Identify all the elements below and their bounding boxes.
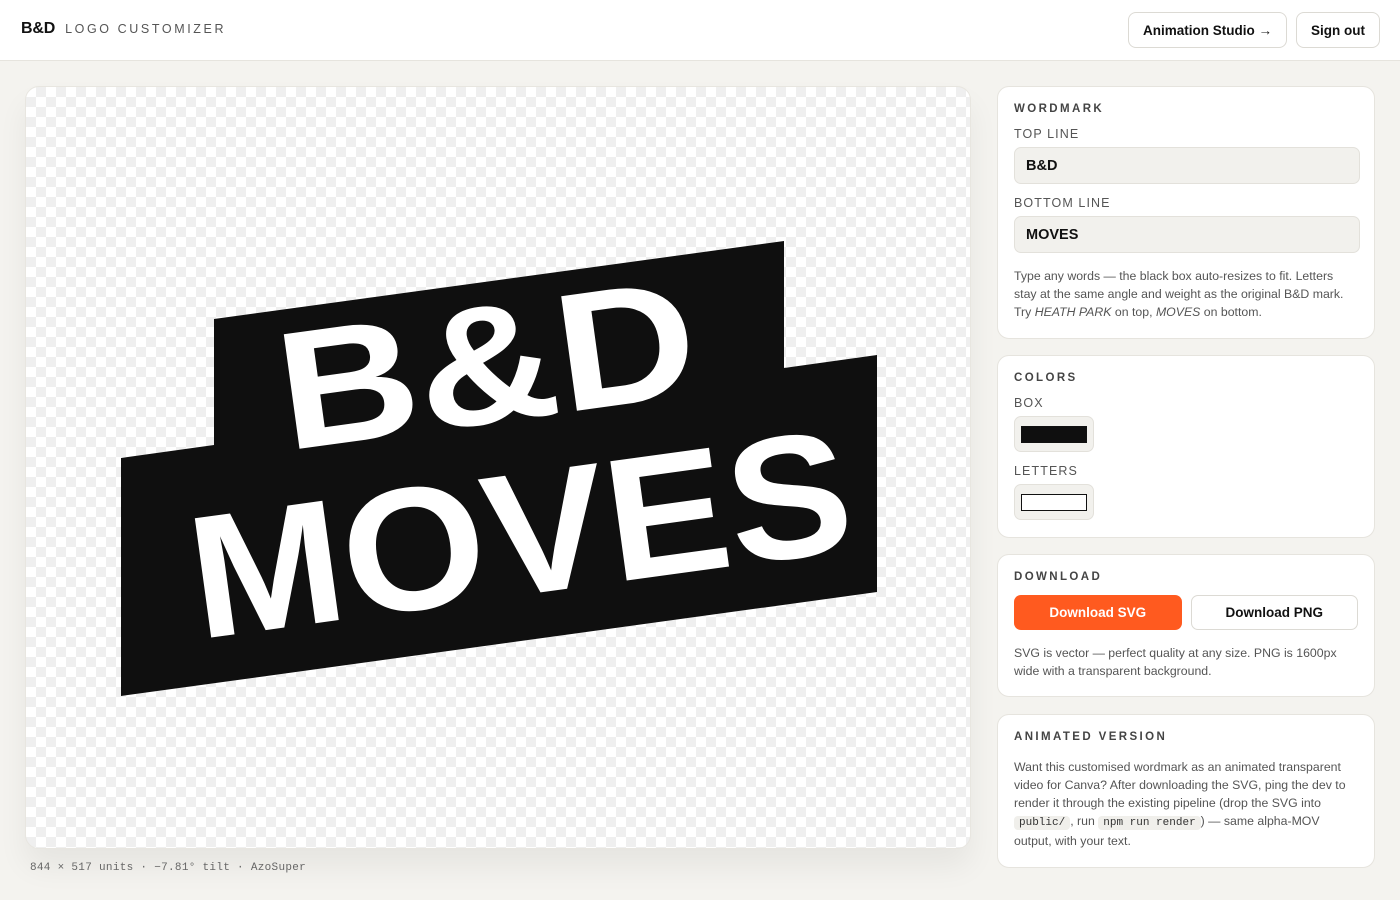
download-panel: DOWNLOAD Download SVG Download PNG SVG i… [997, 554, 1375, 697]
download-png-button[interactable]: Download PNG [1190, 595, 1358, 630]
animation-studio-button[interactable]: Animation Studio → [1128, 12, 1287, 48]
example-top: HEATH PARK [1034, 305, 1112, 319]
letters-color-swatch [1021, 493, 1087, 511]
wordmark-title: WORDMARK [1014, 103, 1105, 115]
animated-help-text-2: , run [1070, 814, 1099, 828]
logo-preview-canvas: B&D MOVES [25, 86, 971, 849]
wordmark-preview: B&D MOVES [121, 241, 877, 696]
top-bar: B&D LOGO CUSTOMIZER Animation Studio → S… [0, 0, 1400, 61]
render-command-code: npm run render [1098, 816, 1201, 830]
wordmark-panel: WORDMARK TOP LINE BOTTOM LINE Type any w… [997, 86, 1375, 339]
top-actions: Animation Studio → Sign out [1128, 12, 1380, 48]
wordmark-help: Type any words — the black box auto-resi… [1014, 267, 1358, 321]
wordmark-help-text-3: on bottom. [1200, 305, 1262, 319]
box-color-swatch [1021, 425, 1087, 443]
download-help: SVG is vector — perfect quality at any s… [1014, 646, 1337, 678]
brand: B&D LOGO CUSTOMIZER [21, 20, 226, 38]
colors-panel: COLORS BOX LETTERS [997, 355, 1375, 538]
colors-title: COLORS [1014, 372, 1078, 384]
app-subtitle: LOGO CUSTOMIZER [65, 22, 227, 36]
download-buttons: Download SVG Download PNG [1014, 595, 1358, 630]
public-dir-code: public/ [1014, 816, 1071, 830]
sign-out-button[interactable]: Sign out [1296, 12, 1380, 48]
letters-color-label: LETTERS [1014, 464, 1078, 478]
wordmark-help-text-2: on top, [1111, 305, 1156, 319]
download-svg-button[interactable]: Download SVG [1014, 595, 1182, 630]
brand-logo: B&D [21, 20, 56, 37]
top-line-input[interactable] [1014, 147, 1360, 184]
bottom-line-label: BOTTOM LINE [1014, 196, 1111, 210]
box-color-label: BOX [1014, 396, 1044, 410]
download-title: DOWNLOAD [1014, 571, 1103, 583]
animated-panel: ANIMATED VERSION Want this customised wo… [997, 714, 1375, 868]
animated-title: ANIMATED VERSION [1014, 731, 1168, 743]
bottom-line-input[interactable] [1014, 216, 1360, 253]
letters-color-picker[interactable] [1014, 484, 1094, 520]
animated-help: Want this customised wordmark as an anim… [1014, 758, 1358, 850]
animated-help-text: Want this customised wordmark as an anim… [1014, 760, 1346, 810]
canvas-meta: 844 × 517 units · −7.81° tilt · AzoSuper [30, 862, 307, 874]
box-color-picker[interactable] [1014, 416, 1094, 452]
example-bottom: MOVES [1155, 305, 1201, 319]
top-line-label: TOP LINE [1014, 127, 1080, 141]
